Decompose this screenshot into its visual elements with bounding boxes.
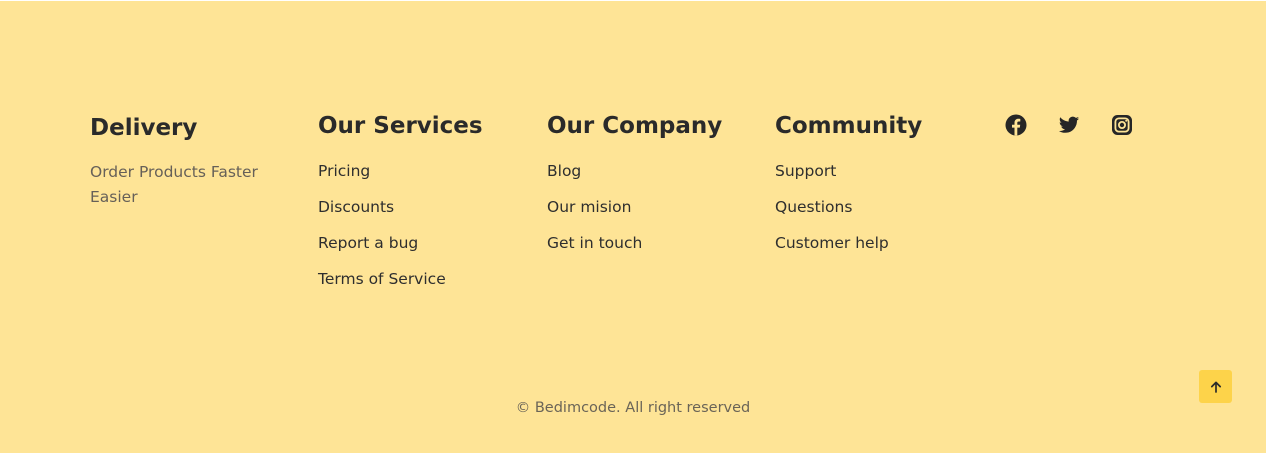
footer-link-customer-help[interactable]: Customer help bbox=[775, 233, 975, 253]
twitter-icon[interactable] bbox=[1058, 114, 1080, 136]
footer-column-delivery: Delivery Order Products Faster Easier bbox=[90, 112, 290, 210]
site-footer: Delivery Order Products Faster Easier Ou… bbox=[0, 1, 1266, 453]
footer-column-company: Our Company Blog Our mision Get in touch bbox=[547, 112, 747, 269]
footer-column-services: Our Services Pricing Discounts Report a … bbox=[318, 112, 518, 305]
footer-link-pricing[interactable]: Pricing bbox=[318, 161, 518, 181]
footer-column-community: Community Support Questions Customer hel… bbox=[775, 112, 975, 269]
arrow-up-icon bbox=[1210, 381, 1221, 393]
social-links bbox=[1005, 114, 1133, 136]
footer-link-questions[interactable]: Questions bbox=[775, 197, 975, 217]
facebook-icon[interactable] bbox=[1005, 114, 1027, 136]
delivery-description: Order Products Faster Easier bbox=[90, 163, 258, 206]
footer-link-discounts[interactable]: Discounts bbox=[318, 197, 518, 217]
delivery-title: Delivery bbox=[90, 115, 198, 141]
footer-link-support[interactable]: Support bbox=[775, 161, 975, 181]
company-title: Our Company bbox=[547, 113, 723, 139]
back-to-top-button[interactable] bbox=[1199, 370, 1232, 403]
services-links: Pricing Discounts Report a bug Terms of … bbox=[318, 161, 518, 289]
footer-link-report-bug[interactable]: Report a bug bbox=[318, 233, 518, 253]
instagram-icon[interactable] bbox=[1111, 114, 1133, 136]
footer-link-blog[interactable]: Blog bbox=[547, 161, 747, 181]
copyright-text: © Bedimcode. All right reserved bbox=[515, 400, 751, 416]
services-title: Our Services bbox=[318, 113, 483, 139]
community-title: Community bbox=[775, 113, 923, 139]
footer-link-mission[interactable]: Our mision bbox=[547, 197, 747, 217]
community-links: Support Questions Customer help bbox=[775, 161, 975, 253]
footer-link-get-in-touch[interactable]: Get in touch bbox=[547, 233, 747, 253]
company-links: Blog Our mision Get in touch bbox=[547, 161, 747, 253]
footer-link-terms[interactable]: Terms of Service bbox=[318, 269, 518, 289]
